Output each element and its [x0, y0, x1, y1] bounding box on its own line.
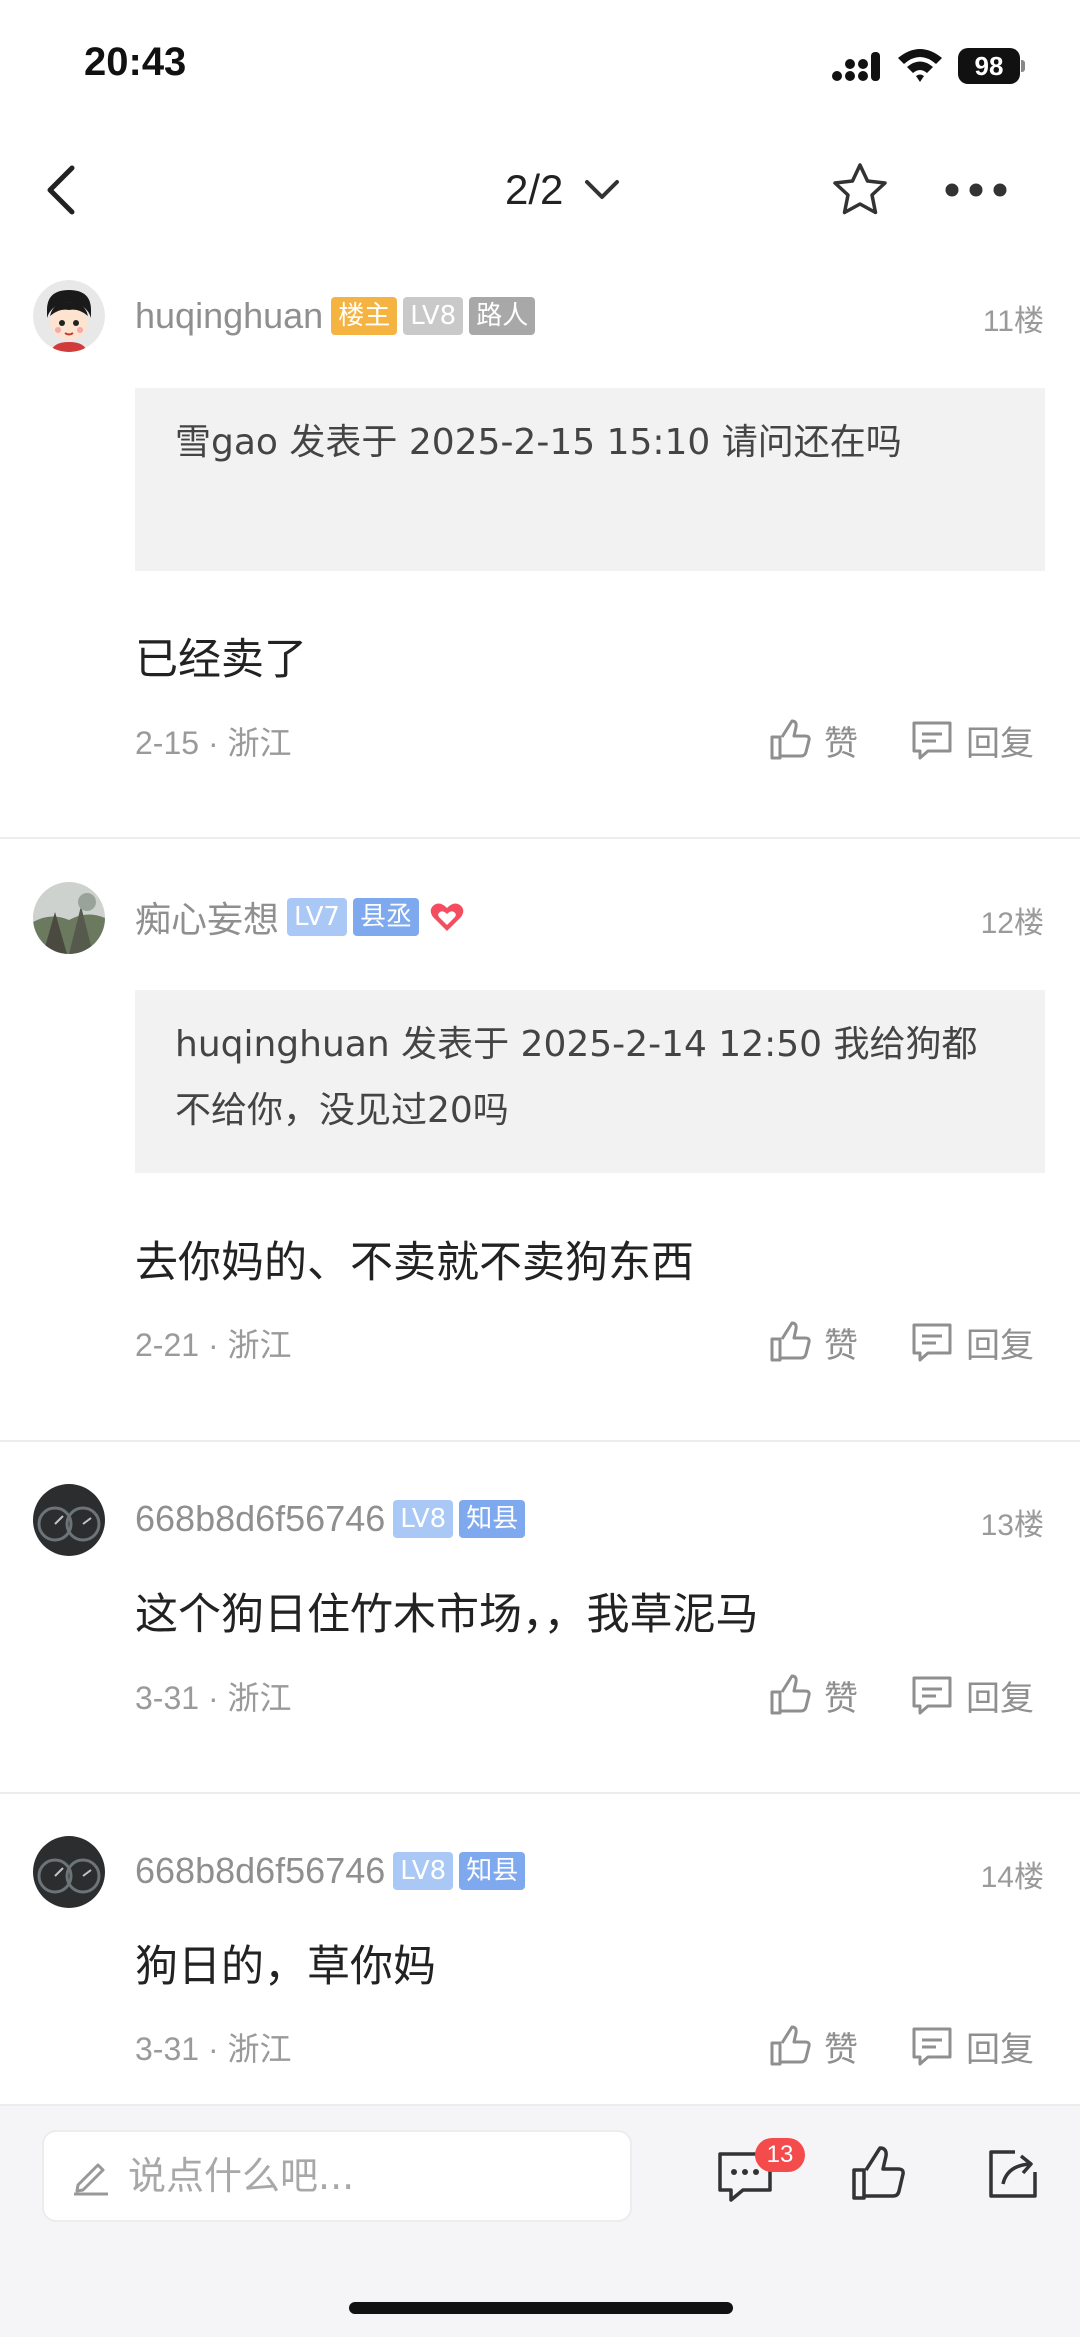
thumbs-up-icon [770, 2025, 811, 2066]
avatar[interactable] [33, 882, 105, 954]
battery-tip [1021, 60, 1025, 72]
level-badge: LV8 [403, 297, 464, 335]
level-badge: LV8 [393, 1852, 454, 1890]
post-meta: 3-31 · 浙江 [135, 1680, 292, 1716]
battery-level: 98 [958, 48, 1020, 84]
avatar[interactable] [33, 1836, 105, 1908]
page-selector[interactable]: 2/2 [505, 162, 621, 218]
reply-button[interactable]: 回复 [910, 2022, 1034, 2070]
comment-icon [912, 721, 952, 760]
user-row: 668b8d6f56746 LV8 知县 [135, 1847, 531, 1895]
like-button[interactable]: 赞 [768, 716, 858, 764]
avatar[interactable] [33, 280, 105, 352]
reply-label: 回复 [966, 1678, 1034, 1719]
more-options-icon[interactable] [944, 170, 1008, 210]
like-button[interactable]: 赞 [768, 1671, 858, 1719]
quoted-reply[interactable]: huqinghuan 发表于 2025-2-14 12:50 我给狗都不给你，没… [135, 990, 1045, 1173]
owner-badge: 楼主 [331, 297, 398, 335]
page-indicator: 2/2 [505, 166, 564, 213]
share-icon[interactable] [985, 2146, 1041, 2202]
reply-button[interactable]: 回复 [910, 716, 1034, 764]
title-badge: 路人 [469, 297, 536, 335]
status-time: 20:43 [84, 40, 187, 84]
comment-count-badge: 13 [755, 2138, 805, 2172]
comment-icon [912, 1676, 952, 1715]
reply-input-box[interactable] [42, 2130, 632, 2222]
user-row: 668b8d6f56746 LV8 知县 [135, 1495, 531, 1543]
reply-button[interactable]: 回复 [910, 1671, 1034, 1719]
comment-icon [912, 1323, 952, 1362]
comment-icon [912, 2027, 952, 2066]
title-badge: 知县 [459, 1500, 526, 1538]
user-row: huqinghuan 楼主 LV8 路人 [135, 292, 541, 340]
post-meta: 2-15 · 浙江 [135, 725, 292, 761]
divider [0, 1440, 1080, 1442]
pencil-icon [74, 2163, 108, 2196]
thumbs-up-icon [770, 719, 811, 760]
thumbs-up-icon [770, 1674, 811, 1715]
like-label: 赞 [824, 1325, 858, 1366]
reply-input[interactable] [128, 2154, 588, 2198]
like-label: 赞 [824, 2029, 858, 2070]
star-favorite-icon[interactable] [830, 160, 890, 220]
quoted-reply[interactable]: 雪gao 发表于 2025-2-15 15:10 请问还在吗 [135, 388, 1045, 571]
username[interactable]: 668b8d6f56746 [135, 1498, 385, 1540]
level-badge: LV8 [393, 1500, 454, 1538]
floor-number: 12楼 [980, 907, 1044, 940]
title-badge: 县丞 [352, 898, 419, 936]
like-button[interactable]: 赞 [768, 1318, 858, 1366]
avatar[interactable] [33, 1484, 105, 1556]
battery-indicator: 98 [958, 48, 1025, 84]
divider [0, 837, 1080, 839]
thumbs-up-icon [770, 1321, 811, 1362]
post-meta: 2-21 · 浙江 [135, 1327, 292, 1363]
home-indicator [349, 2302, 733, 2314]
reply-button[interactable]: 回复 [910, 1318, 1034, 1366]
username[interactable]: 668b8d6f56746 [135, 1850, 385, 1892]
wifi-icon [898, 49, 942, 82]
like-label: 赞 [824, 1678, 858, 1719]
reply-label: 回复 [966, 1325, 1034, 1366]
like-button[interactable]: 赞 [768, 2022, 858, 2070]
reply-label: 回复 [966, 723, 1034, 764]
post-content: 去你妈的、不卖就不卖狗东西 [135, 1238, 694, 1288]
title-badge: 知县 [459, 1852, 526, 1890]
status-bar: 20:43 98 [0, 0, 1080, 130]
like-label: 赞 [824, 723, 858, 764]
floor-number: 14楼 [980, 1861, 1044, 1894]
post-content: 这个狗日住竹木市场，，我草泥马 [135, 1590, 759, 1640]
username[interactable]: 痴心妄想 [135, 891, 279, 943]
cellular-signal-icon [832, 52, 880, 81]
reply-label: 回复 [966, 2029, 1034, 2070]
thumbs-up-icon[interactable] [848, 2144, 908, 2204]
level-badge: LV7 [287, 898, 347, 936]
heart-icon [430, 903, 464, 931]
post-content: 已经卖了 [135, 635, 307, 685]
floor-number: 11楼 [982, 305, 1044, 338]
username[interactable]: huqinghuan [135, 295, 323, 337]
divider [0, 1792, 1080, 1794]
floor-number: 13楼 [980, 1509, 1044, 1542]
top-nav-bar: 2/2 [0, 140, 1080, 240]
post-meta: 3-31 · 浙江 [135, 2031, 292, 2067]
back-arrow-icon[interactable] [38, 162, 88, 218]
chevron-down-icon [585, 180, 620, 199]
user-row: 痴心妄想 LV7 县丞 [135, 893, 465, 941]
post-content: 狗日的，草你妈 [135, 1942, 436, 1992]
bottom-action-bar: 13 [0, 2104, 1080, 2337]
